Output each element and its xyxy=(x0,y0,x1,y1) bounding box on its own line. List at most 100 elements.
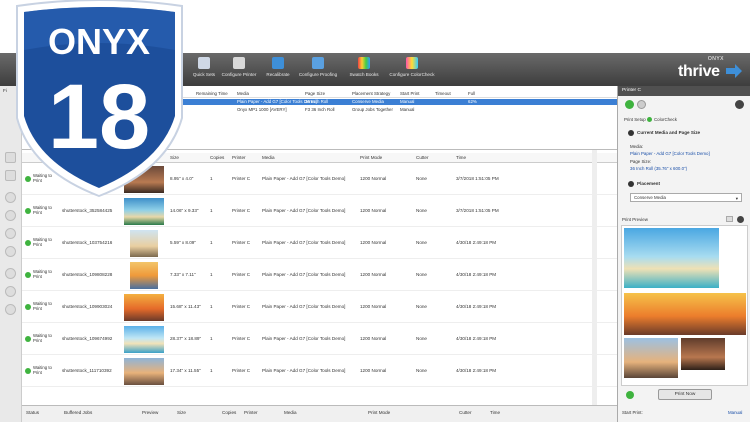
recalibrate-label: Recalibrate xyxy=(266,72,290,77)
job-name: shutterstock_109903024 xyxy=(62,304,113,309)
col-time[interactable]: Time xyxy=(490,410,500,415)
print-now-label: Print Now xyxy=(674,392,696,397)
printer-online-icon xyxy=(625,100,634,109)
colorcheck-status-icon xyxy=(647,117,652,122)
settings-icon[interactable] xyxy=(735,100,744,109)
job-thumbnail xyxy=(124,198,164,225)
start-print-label: Start Print: xyxy=(622,410,643,415)
section-placement: Placement xyxy=(637,181,660,186)
job-media: Plain Paper - Add G7 [Color Tools Demo] xyxy=(262,304,346,309)
tab-colorcheck[interactable]: ColorCheck xyxy=(654,117,677,122)
col-print-mode[interactable]: Print Mode xyxy=(368,410,390,415)
job-size: 7.33" x 7.11" xyxy=(170,272,196,277)
tool-icon-4[interactable] xyxy=(5,210,16,221)
col-copies[interactable]: Copies xyxy=(222,410,236,415)
job-printer: Printer C xyxy=(232,240,251,245)
table-row[interactable]: Waiting to Print shutterstock_352584425 … xyxy=(22,196,617,227)
swatch-books-icon xyxy=(358,57,370,69)
colorcheck-icon xyxy=(406,57,418,69)
col-printer[interactable]: Printer xyxy=(232,155,246,160)
printer-panel: Printer C Print Setup ColorCheck Current… xyxy=(617,86,750,422)
col-time[interactable]: Time xyxy=(456,155,466,160)
job-status: Waiting to Print xyxy=(33,237,52,247)
ready-icon xyxy=(626,391,634,399)
job-print-mode: 1200 Normal xyxy=(360,304,387,309)
tool-icon-6[interactable] xyxy=(5,246,16,257)
job-print-mode: 1200 Normal xyxy=(360,240,387,245)
job-media: Plain Paper - Add G7 [Color Tools Demo] xyxy=(262,176,346,181)
job-media: Plain Paper - Add G7 [Color Tools Demo] xyxy=(262,208,346,213)
job-printer: Printer C xyxy=(232,368,251,373)
swatch-books-button[interactable]: Swatch Books xyxy=(340,56,388,84)
col-remaining-time[interactable]: Remaining Time xyxy=(196,91,228,96)
tab-print-setup[interactable]: Print Setup xyxy=(624,117,646,122)
row-page-size: 36 Inch Roll xyxy=(305,99,329,104)
status-ok-icon xyxy=(25,208,31,214)
status-ok-icon xyxy=(25,336,31,342)
job-thumbnail xyxy=(124,358,164,385)
job-thumbnail xyxy=(124,326,164,353)
job-print-mode: 1200 Normal xyxy=(360,176,387,181)
job-size: 17.34" x 11.55" xyxy=(170,368,201,373)
logo-number: 18 xyxy=(48,66,150,168)
table-row[interactable]: Waiting to Print shutterstock_111710392 … xyxy=(22,356,617,387)
job-cutter: None xyxy=(416,272,427,277)
print-now-button[interactable]: Print Now xyxy=(658,389,712,400)
job-queue-scrollbar[interactable] xyxy=(592,150,597,405)
job-print-mode: 1200 Normal xyxy=(360,368,387,373)
col-placement-strategy[interactable]: Placement Strategy xyxy=(352,91,390,96)
col-preview[interactable]: Preview xyxy=(142,410,158,415)
preview-image-tree xyxy=(681,338,725,370)
col-buffered-jobs[interactable]: Buffered Jobs xyxy=(64,410,92,415)
col-start-print[interactable]: Start Print xyxy=(400,91,420,96)
page-size-value-link[interactable]: 36 Inch Roll (35.76" x 600.0") xyxy=(630,166,687,171)
table-row[interactable]: Waiting to Print shutterstock_109903024 … xyxy=(22,292,617,323)
chevron-down-icon: ▾ xyxy=(735,196,738,201)
table-row[interactable]: Waiting to Print shutterstock_109674992 … xyxy=(22,324,617,355)
collapse-icon[interactable] xyxy=(628,181,634,187)
col-timeout[interactable]: Timeout xyxy=(435,91,451,96)
proofing-icon xyxy=(312,57,324,69)
status-ok-icon xyxy=(25,368,31,374)
job-cutter: None xyxy=(416,176,427,181)
start-print-value-link[interactable]: Manual xyxy=(728,410,742,415)
job-printer: Printer C xyxy=(232,176,251,181)
job-cutter: None xyxy=(416,240,427,245)
job-time: 3/7/2018 1:51:05 PM xyxy=(456,208,499,213)
tool-icon-7[interactable] xyxy=(5,268,16,279)
configure-colorcheck-button[interactable]: Configure ColorCheck xyxy=(388,56,436,84)
col-printer[interactable]: Printer xyxy=(244,410,258,415)
row-full: 62% xyxy=(468,99,477,104)
col-page-size[interactable]: Page Size xyxy=(305,91,325,96)
table-row[interactable]: Waiting to Print shutterstock_109808228 … xyxy=(22,260,617,291)
placement-selected-value: Conserve Media xyxy=(634,195,666,200)
tool-icon-8[interactable] xyxy=(5,286,16,297)
col-status[interactable]: Status xyxy=(26,410,39,415)
col-cutter[interactable]: Cutter xyxy=(416,155,429,160)
placement-select[interactable]: Conserve Media ▾ xyxy=(630,193,742,202)
col-media[interactable]: Media xyxy=(237,91,249,96)
configure-proofing-button[interactable]: Configure Proofing xyxy=(294,56,342,84)
tool-icon-9[interactable] xyxy=(5,304,16,315)
table-row[interactable]: Waiting to Print shutterstock_103754216 … xyxy=(22,228,617,259)
col-print-mode[interactable]: Print Mode xyxy=(360,155,382,160)
col-media[interactable]: Media xyxy=(284,410,297,415)
collapse-icon[interactable] xyxy=(628,130,634,136)
media-value-link[interactable]: Plain Paper - Add G7 [Color Tools Demo] xyxy=(630,151,710,156)
preview-image-sunset xyxy=(624,293,746,335)
job-status: Waiting to Print xyxy=(33,301,52,311)
job-name: shutterstock_109808228 xyxy=(62,272,113,277)
refresh-icon[interactable] xyxy=(637,100,646,109)
col-copies[interactable]: Copies xyxy=(210,155,224,160)
job-status: Waiting to Print xyxy=(33,365,52,375)
col-full[interactable]: Full xyxy=(468,91,475,96)
col-cutter[interactable]: Cutter xyxy=(459,410,472,415)
recalibrate-icon xyxy=(272,57,284,69)
preview-option-icon[interactable] xyxy=(726,216,733,222)
preview-refresh-icon[interactable] xyxy=(737,216,744,223)
thrive-brand: ONYX thrive xyxy=(678,55,742,83)
tool-icon-5[interactable] xyxy=(5,228,16,239)
row-page-size: F3 36 Inch Roll xyxy=(305,107,335,112)
col-size[interactable]: Size xyxy=(177,410,186,415)
col-media[interactable]: Media xyxy=(262,155,275,160)
